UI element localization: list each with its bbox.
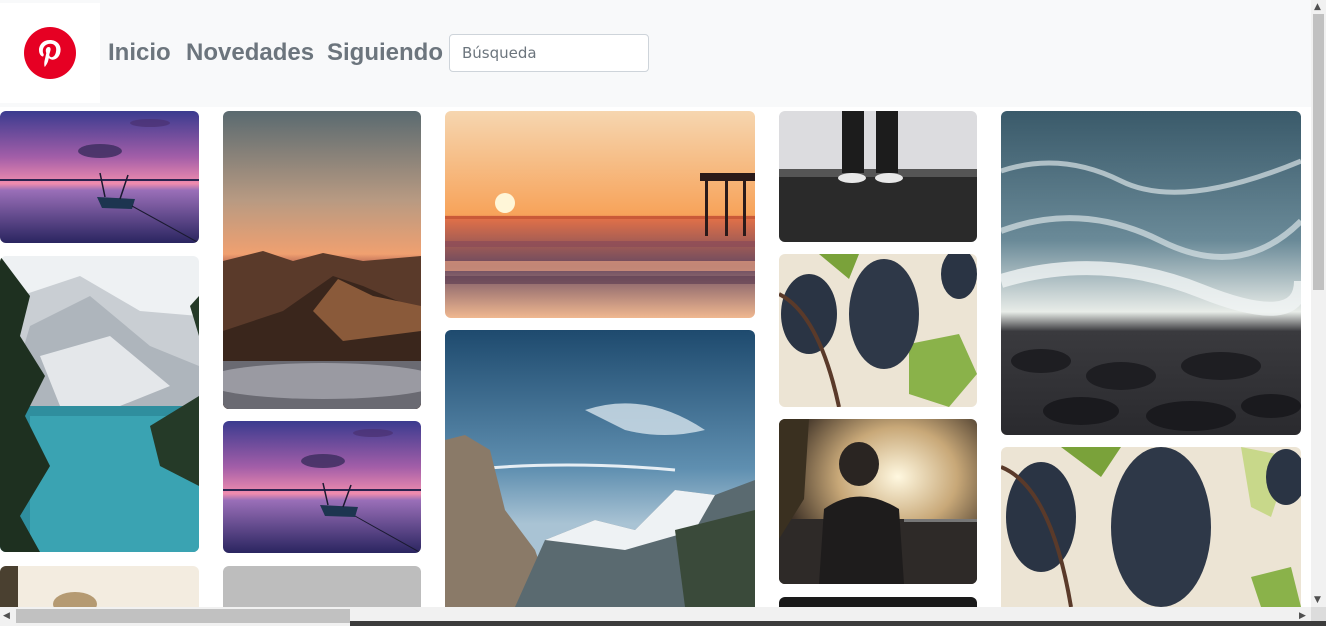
pin-image-lake-sunset-2[interactable] — [223, 421, 421, 553]
top-navbar: Inicio Novedades Siguiendo — [0, 0, 1311, 107]
page: Inicio Novedades Siguiendo Búsqueda ▲ ▼ … — [0, 0, 1326, 626]
logo-link[interactable] — [0, 3, 100, 103]
pin-image-grapes-vine[interactable] — [779, 254, 977, 407]
pin-placeholder-gray[interactable] — [223, 566, 421, 607]
scroll-down-arrow-icon[interactable]: ▼ — [1314, 595, 1321, 605]
pin-image-person-sunset[interactable] — [779, 419, 977, 584]
pin-image-snowy-mountain-lake[interactable] — [0, 256, 199, 552]
pin-image-grapes-vine-2[interactable] — [1001, 447, 1301, 607]
vertical-scrollbar-thumb[interactable] — [1313, 14, 1324, 290]
pin-image-yosemite-valley[interactable] — [445, 330, 755, 607]
window-bottom-edge — [350, 621, 1326, 626]
pin-image-ocean-sunset-pier[interactable] — [445, 111, 755, 318]
search-input[interactable] — [449, 34, 649, 72]
nav-siguiendo[interactable]: Siguiendo — [327, 38, 443, 68]
pin-image-ocean-waves-rocks[interactable] — [1001, 111, 1301, 435]
pin-image-partial[interactable] — [0, 566, 199, 607]
pin-image-mountain-sunset-clouds[interactable] — [223, 111, 421, 409]
nav-inicio[interactable]: Inicio — [108, 38, 171, 68]
pin-image-person-feet[interactable] — [779, 111, 977, 242]
scroll-right-arrow-icon[interactable]: ▶ — [1299, 611, 1306, 621]
scroll-left-arrow-icon[interactable]: ◀ — [3, 611, 10, 621]
nav-novedades[interactable]: Novedades — [186, 38, 314, 68]
pin-image-partial-dark[interactable] — [779, 597, 977, 607]
scroll-up-arrow-icon[interactable]: ▲ — [1314, 2, 1321, 12]
pin-image-lake-sunset[interactable] — [0, 111, 199, 243]
horizontal-scrollbar-thumb[interactable] — [16, 609, 350, 623]
pinterest-logo-icon — [24, 27, 76, 79]
